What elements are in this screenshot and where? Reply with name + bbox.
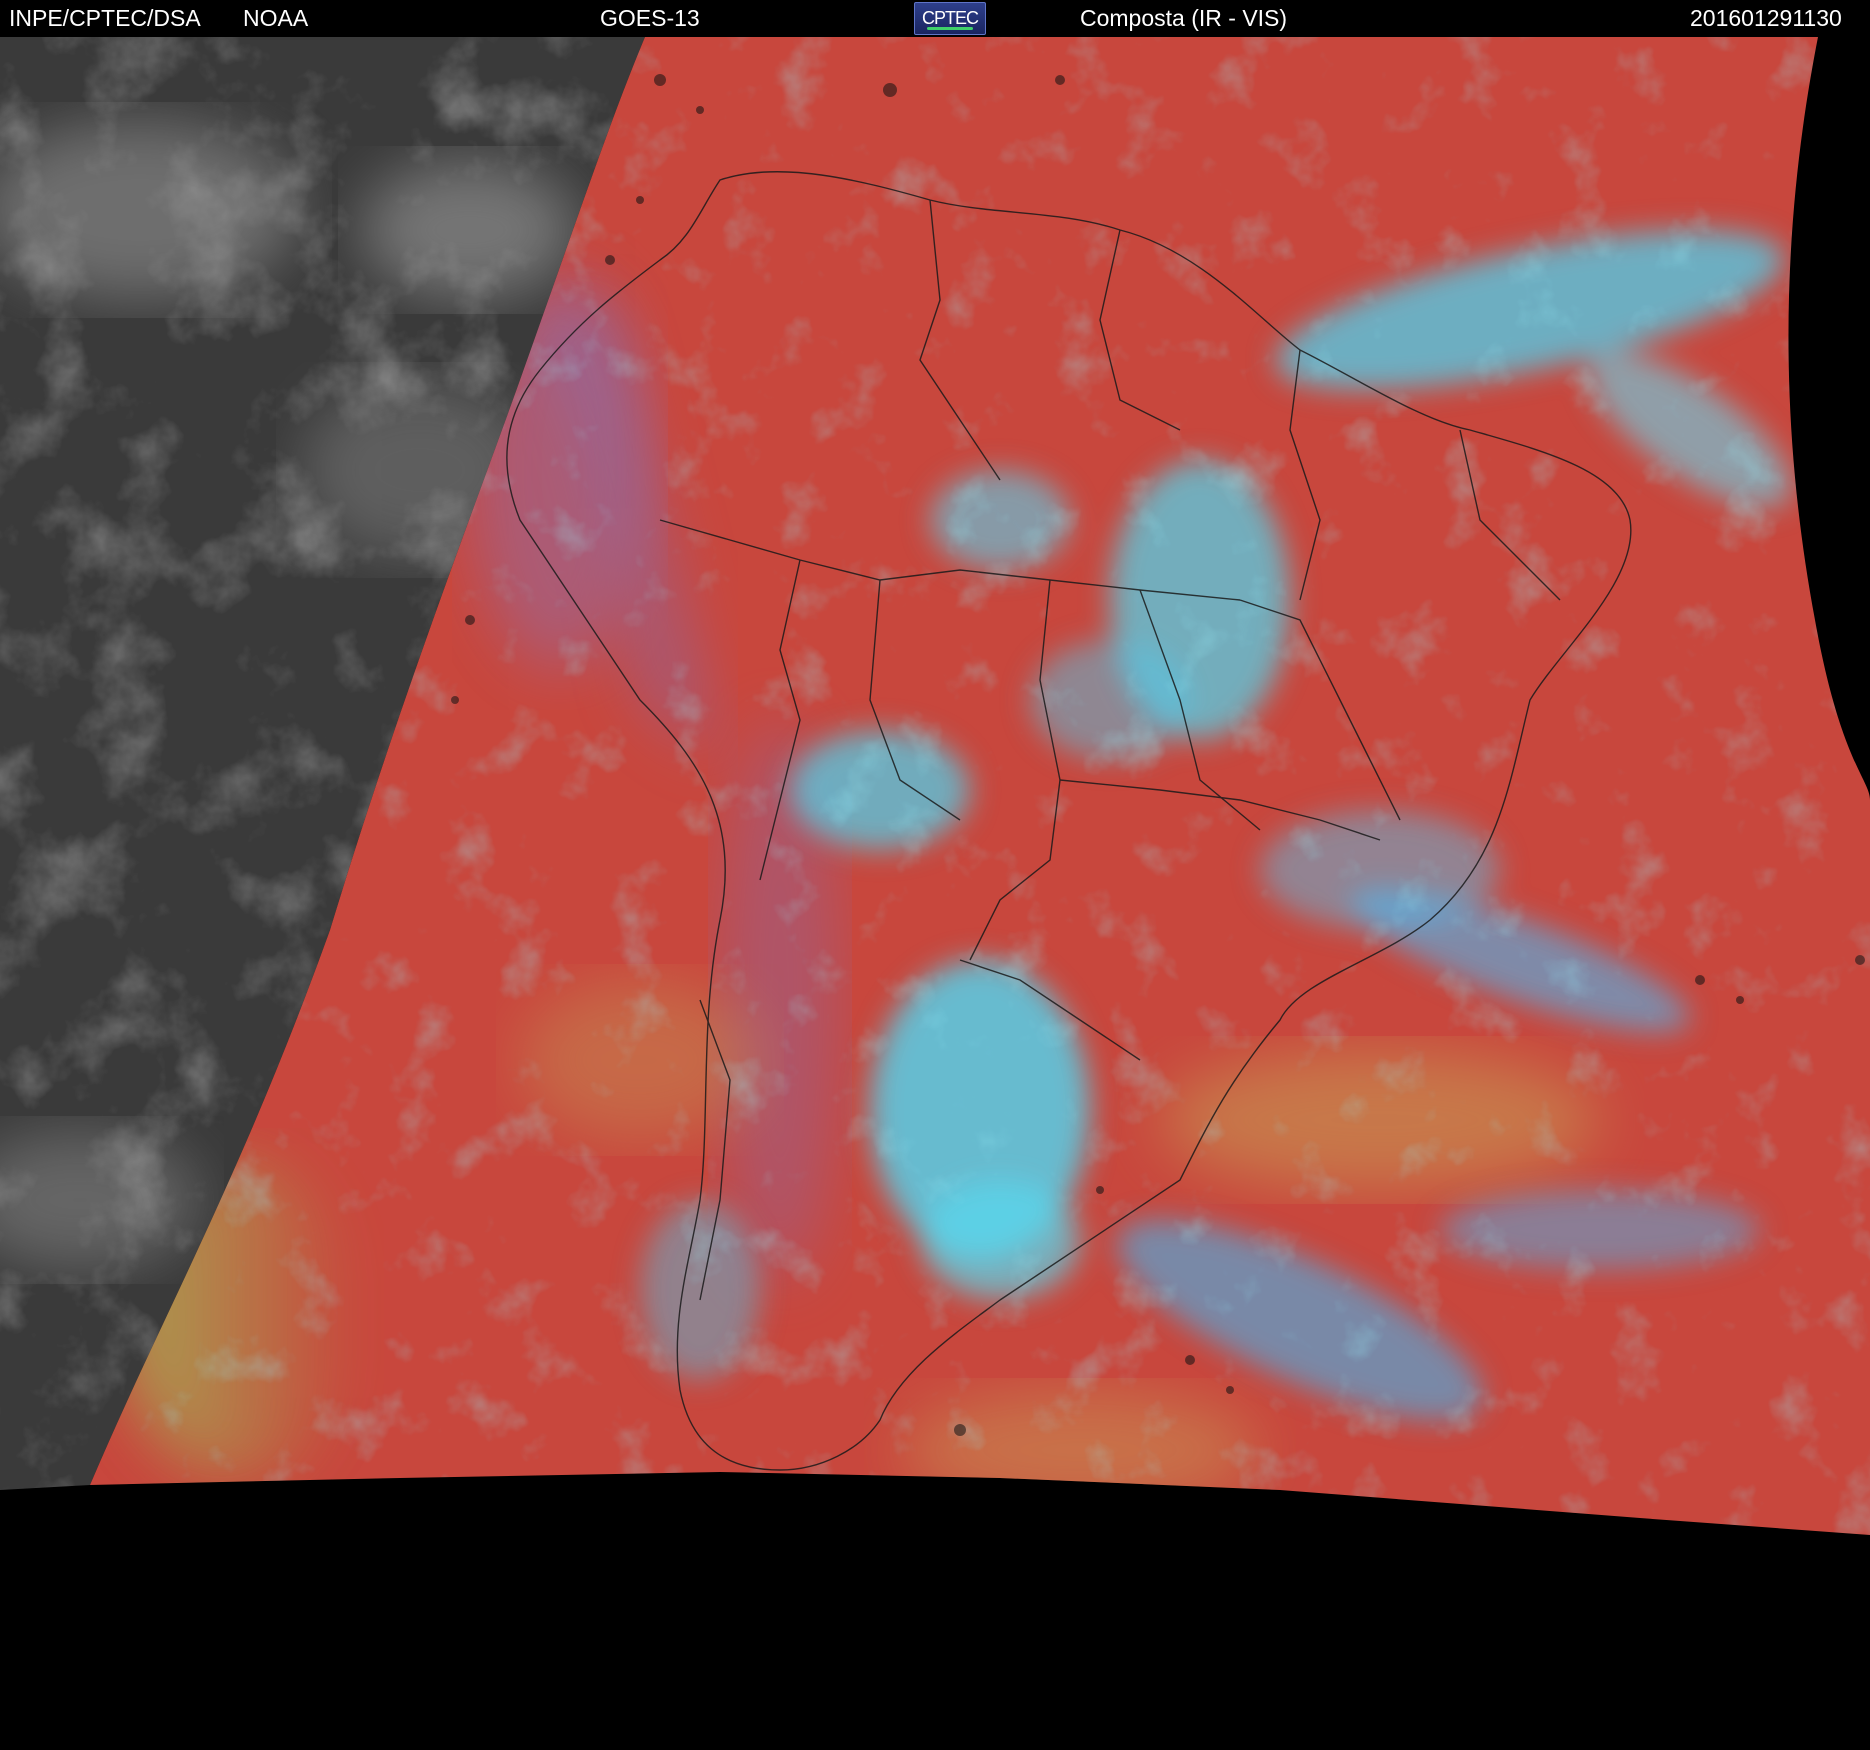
satellite-composite-svg <box>0 37 1870 1750</box>
cptec-logo: CPTEC <box>914 2 986 35</box>
partner-label: NOAA <box>243 5 309 31</box>
satellite-image <box>0 37 1870 1750</box>
timestamp-label: 201601291130 <box>1690 5 1842 31</box>
product-label: Composta (IR - VIS) <box>1080 5 1288 31</box>
image-header: INPE/CPTEC/DSA NOAA GOES-13 CPTEC Compos… <box>0 0 1870 37</box>
satellite-label: GOES-13 <box>600 5 700 31</box>
agency-label: INPE/CPTEC/DSA <box>9 5 201 31</box>
